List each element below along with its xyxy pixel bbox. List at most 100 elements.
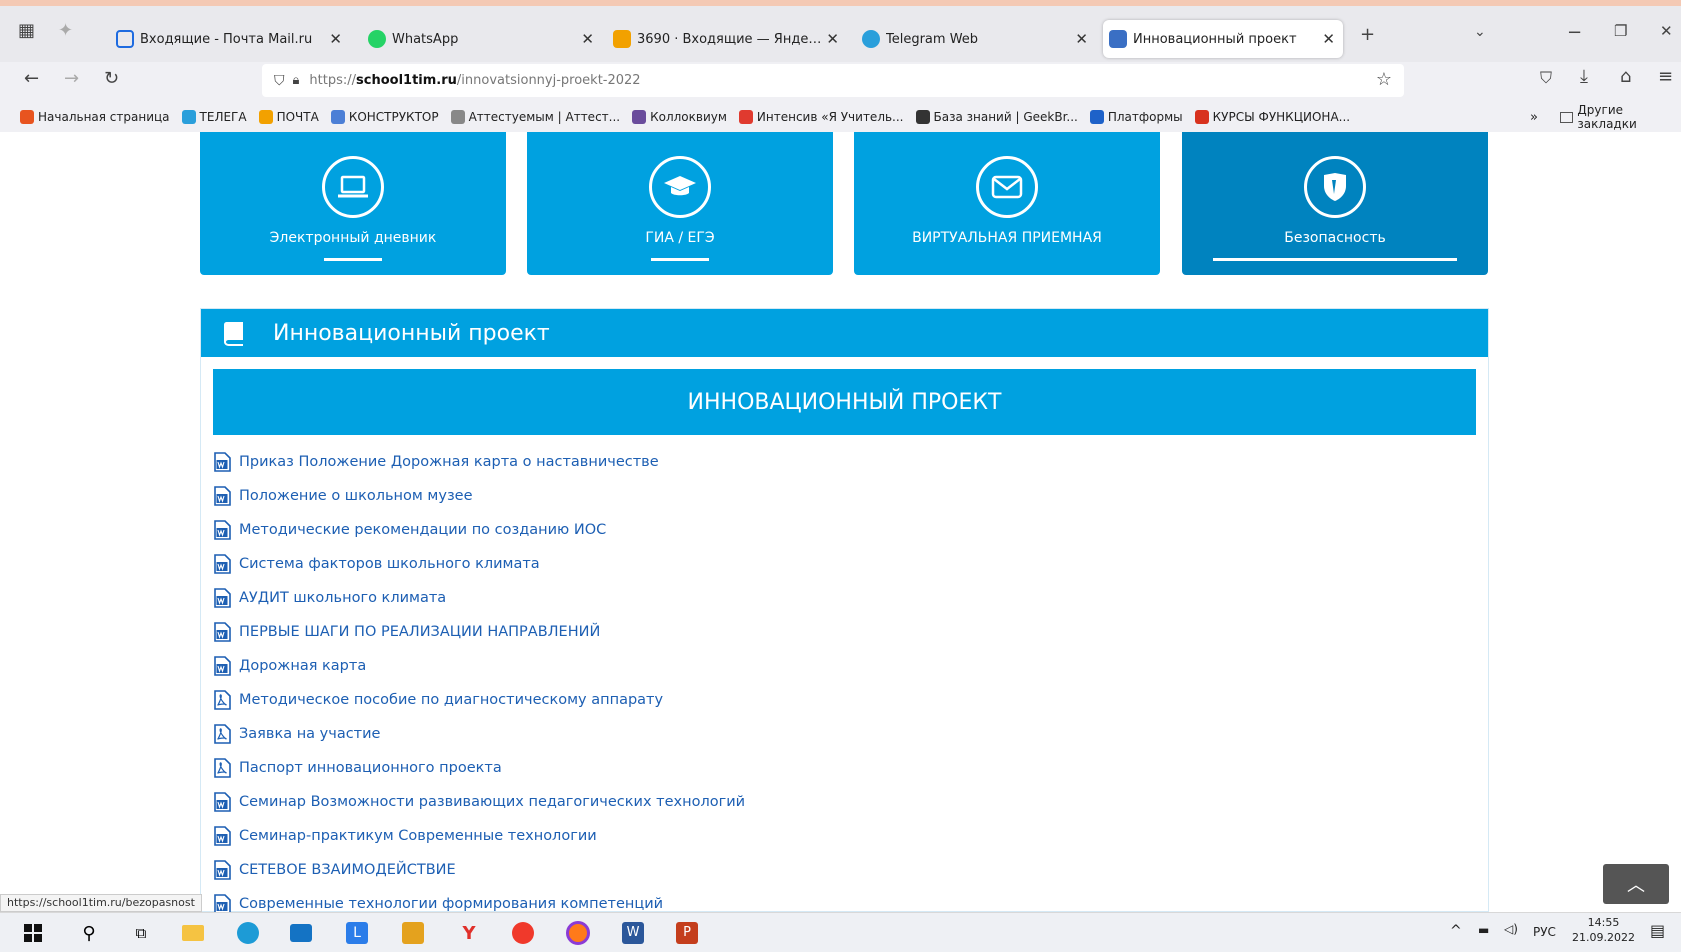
tab-yandex-mail[interactable]: 3690 · Входящие — Яндекс П ✕: [607, 20, 847, 58]
lock-icon[interactable]: 🔒︎: [293, 73, 300, 88]
extensions-icon[interactable]: ⌂: [1620, 66, 1631, 87]
bookmark-favicon-icon: [181, 110, 196, 124]
word-file-icon: [213, 588, 231, 608]
mail-app-icon[interactable]: [288, 921, 314, 945]
star-icon[interactable]: ☆: [1376, 69, 1392, 90]
bookmark-item[interactable]: ПОЧТА: [258, 110, 319, 124]
edge-icon[interactable]: [235, 921, 261, 945]
tab-telegram[interactable]: Telegram Web ✕: [856, 20, 1096, 58]
document-link[interactable]: Семинар-практикум Современные технологии: [213, 819, 1488, 853]
tab-bar: ▦ ✦ Входящие - Почта Mail.ru ✕ WhatsApp …: [0, 0, 1681, 62]
bookmark-item[interactable]: База знаний | GeekBr...: [915, 110, 1078, 124]
back-icon[interactable]: ←: [24, 68, 39, 89]
search-icon[interactable]: ⚲: [76, 921, 102, 945]
powerpoint-icon[interactable]: P: [674, 921, 700, 945]
pdf-file-icon: [213, 724, 231, 744]
scroll-to-top-button[interactable]: ︿: [1603, 864, 1669, 904]
document-link[interactable]: АУДИТ школьного климата: [213, 581, 1488, 615]
book-icon: [221, 320, 247, 346]
bookmark-item[interactable]: Аттестуемым | Аттест...: [450, 110, 620, 124]
paint-icon[interactable]: [400, 921, 426, 945]
word-file-icon: [213, 894, 231, 912]
tracking-shield-icon[interactable]: ⛉: [274, 73, 285, 89]
close-icon[interactable]: ✕: [826, 30, 839, 48]
laptop-icon: [322, 156, 384, 218]
file-explorer-icon[interactable]: [180, 921, 206, 945]
close-icon[interactable]: ✕: [1322, 30, 1335, 48]
network-icon[interactable]: ▬: [1478, 923, 1489, 937]
document-link[interactable]: Семинар Возможности развивающих педагоги…: [213, 785, 1488, 819]
document-link[interactable]: Приказ Положение Дорожная карта о настав…: [213, 445, 1488, 479]
minimize-icon[interactable]: −: [1567, 22, 1582, 43]
chevron-down-icon[interactable]: ⌄: [1474, 24, 1486, 40]
close-icon[interactable]: ✕: [1075, 30, 1088, 48]
menu-icon[interactable]: ≡: [1658, 66, 1673, 87]
close-icon[interactable]: ✕: [581, 30, 594, 48]
word-file-icon: [213, 656, 231, 676]
telegram-icon: [862, 30, 880, 48]
bookmark-favicon-icon: [738, 110, 753, 124]
document-link[interactable]: Современные технологии формирования комп…: [213, 887, 1488, 912]
new-tab-icon[interactable]: +: [1360, 24, 1375, 45]
bookmark-item[interactable]: Интенсив «Я Учитель...: [738, 110, 904, 124]
yandex-icon[interactable]: [510, 921, 536, 945]
tray-chevron-icon[interactable]: ^: [1450, 923, 1462, 939]
windows-start-icon[interactable]: [20, 921, 46, 945]
more-bookmarks-icon[interactable]: »: [1530, 110, 1538, 125]
bookmark-favicon-icon: [258, 110, 273, 124]
pocket-icon[interactable]: ⛉: [1540, 68, 1552, 88]
pin-icon[interactable]: ✦: [58, 20, 73, 41]
tab-innovation-project[interactable]: Инновационный проект ✕: [1103, 20, 1343, 58]
restore-icon[interactable]: ❐: [1614, 22, 1627, 40]
mail-icon: [116, 30, 134, 48]
document-link[interactable]: Методические рекомендации по созданию ИО…: [213, 513, 1488, 547]
document-link[interactable]: Паспорт инновационного проекта: [213, 751, 1488, 785]
app-l-icon[interactable]: L: [344, 921, 370, 945]
bookmark-item[interactable]: Начальная страница: [20, 110, 170, 124]
tab-mail[interactable]: Входящие - Почта Mail.ru ✕: [110, 20, 350, 58]
envelope-icon: [613, 30, 631, 48]
document-link[interactable]: ПЕРВЫЕ ШАГИ ПО РЕАЛИЗАЦИИ НАПРАВЛЕНИЙ: [213, 615, 1488, 649]
document-link[interactable]: Методическое пособие по диагностическому…: [213, 683, 1488, 717]
folder-icon: [1560, 111, 1574, 123]
document-link[interactable]: Положение о школьном музее: [213, 479, 1488, 513]
tab-whatsapp[interactable]: WhatsApp ✕: [362, 20, 602, 58]
bookmarks-bar: Начальная страница ТЕЛЕГА ПОЧТА КОНСТРУКТОР…: [0, 103, 1681, 131]
browser-chrome: ▦ ✦ Входящие - Почта Mail.ru ✕ WhatsApp …: [0, 0, 1681, 132]
tile-underline: [651, 258, 709, 261]
clock[interactable]: 14:55 21.09.2022: [1572, 915, 1635, 945]
document-link[interactable]: Заявка на участие: [213, 717, 1488, 751]
document-link[interactable]: Система факторов школьного климата: [213, 547, 1488, 581]
notifications-icon[interactable]: ▤: [1650, 921, 1665, 940]
bookmark-item[interactable]: КОНСТРУКТОР: [330, 110, 439, 124]
bookmark-item[interactable]: ТЕЛЕГА: [181, 110, 247, 124]
forward-icon[interactable]: →: [64, 68, 79, 89]
language-indicator[interactable]: РУС: [1533, 925, 1556, 939]
bookmark-item[interactable]: Платформы: [1089, 110, 1183, 124]
tile-virtual-reception[interactable]: ВИРТУАЛЬНАЯ ПРИЕМНАЯ: [854, 132, 1160, 275]
pdf-file-icon: [213, 690, 231, 710]
section-title: Инновационный проект: [273, 320, 550, 346]
reload-icon[interactable]: ↻: [104, 68, 119, 89]
tile-underline: [324, 258, 382, 261]
document-link[interactable]: СЕТЕВОЕ ВЗАИМОДЕЙСТВИЕ: [213, 853, 1488, 887]
firefox-view-icon[interactable]: ▦: [18, 20, 35, 41]
url-bar[interactable]: ⛉ 🔒︎ https://school1tim.ru/innovatsionny…: [262, 64, 1404, 97]
tile-gia-ege[interactable]: ГИА / ЕГЭ: [527, 132, 833, 275]
bookmark-favicon-icon: [450, 110, 465, 124]
volume-icon[interactable]: ◁): [1504, 922, 1518, 936]
window-close-icon[interactable]: ✕: [1660, 22, 1673, 40]
yandex-browser-icon[interactable]: Y: [456, 921, 482, 945]
tile-electronic-diary[interactable]: Электронный дневник: [200, 132, 506, 275]
document-link[interactable]: Дорожная карта: [213, 649, 1488, 683]
word-icon[interactable]: W: [620, 921, 646, 945]
firefox-icon[interactable]: [565, 921, 591, 945]
bookmark-item[interactable]: Коллоквиум: [632, 110, 727, 124]
task-view-icon[interactable]: ⧉: [128, 921, 154, 945]
download-icon[interactable]: ⤓: [1580, 66, 1588, 87]
bookmark-item[interactable]: КУРСЫ ФУНКЦИОНА...: [1194, 110, 1350, 124]
close-icon[interactable]: ✕: [329, 30, 342, 48]
bookmark-favicon-icon: [20, 110, 34, 124]
other-bookmarks[interactable]: Другие закладки: [1560, 103, 1681, 131]
tile-security[interactable]: Безопасность: [1182, 132, 1488, 275]
